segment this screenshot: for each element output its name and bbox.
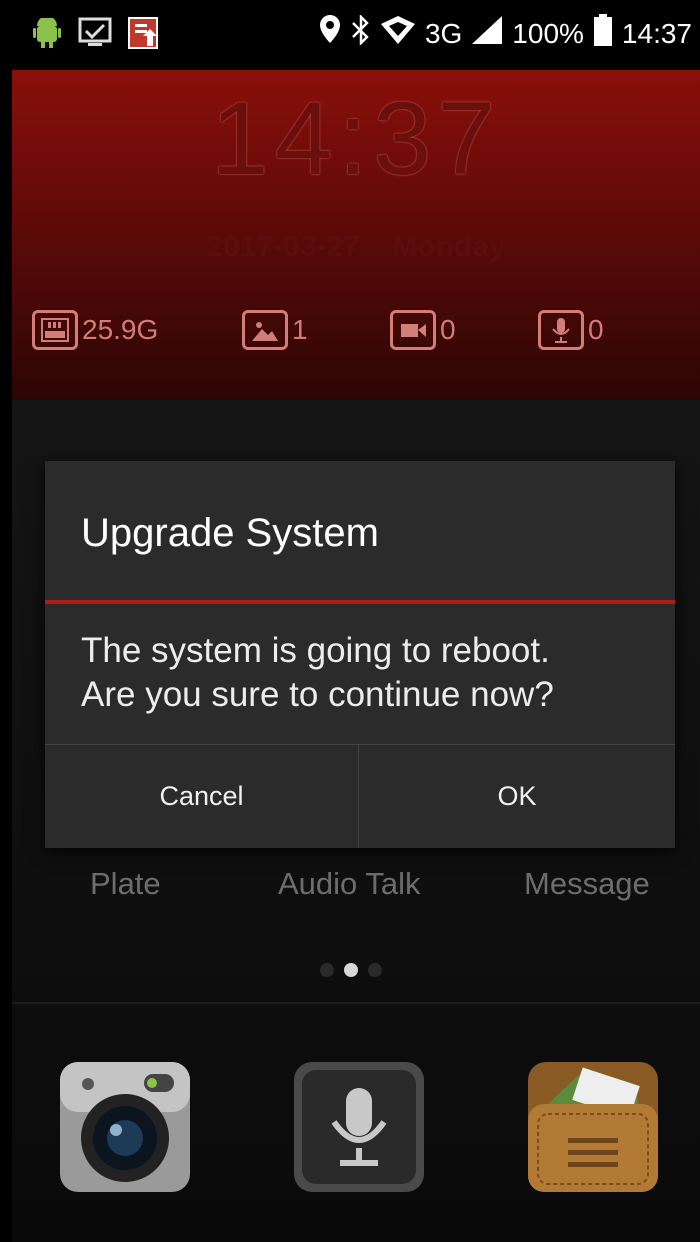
dock	[12, 1060, 700, 1210]
label-audio-talk[interactable]: Audio Talk	[278, 866, 420, 902]
image-icon	[242, 310, 288, 350]
page-dot	[368, 963, 382, 977]
page-dot	[320, 963, 334, 977]
big-clock: 14:37	[210, 81, 502, 197]
wifi-icon	[380, 16, 415, 51]
dialog-title: Upgrade System	[81, 511, 379, 555]
storage-stats: 25.9G 1 0 0	[32, 310, 682, 360]
upgrade-dialog: Upgrade System The system is going to re…	[45, 461, 675, 848]
ram-icon	[32, 310, 78, 350]
mic-icon	[538, 310, 584, 350]
video-count: 0	[440, 314, 456, 345]
weekday: Monday	[392, 230, 506, 263]
signal-icon	[472, 16, 503, 51]
recorder-app-icon[interactable]	[292, 1060, 426, 1194]
phone-screen: 3G 100% 14:37 14:37 2017-03-27 Monday 25…	[12, 0, 700, 1242]
date: 2017-03-27	[206, 230, 360, 263]
video-stat: 0	[390, 310, 456, 350]
camera-app-icon[interactable]	[58, 1060, 192, 1194]
status-right-icons: 3G 100% 14:37	[319, 13, 692, 53]
dock-divider	[12, 1002, 700, 1004]
clock-widget: 14:37 2017-03-27 Monday 25.9G 1 0 0	[12, 70, 700, 400]
doc-upload-icon	[126, 16, 160, 50]
android-icon	[30, 16, 64, 50]
image-stat: 1	[242, 310, 308, 350]
audio-count: 0	[588, 314, 604, 345]
status-time: 14:37	[621, 17, 692, 49]
bluetooth-icon	[351, 13, 371, 52]
screen-icon	[78, 16, 112, 50]
battery-percent: 100%	[512, 17, 584, 49]
image-count: 1	[292, 314, 308, 345]
status-left-icons	[30, 16, 160, 50]
status-bar: 3G 100% 14:37	[12, 0, 700, 70]
cancel-button[interactable]: Cancel	[45, 745, 359, 848]
dialog-message: The system is going to reboot. Are you s…	[81, 631, 554, 714]
label-message[interactable]: Message	[524, 866, 650, 902]
label-plate[interactable]: Plate	[90, 866, 161, 902]
battery-icon	[593, 14, 612, 53]
ram-stat: 25.9G	[32, 310, 158, 350]
network-type: 3G	[424, 17, 463, 49]
page-dot-active	[344, 963, 358, 977]
video-icon	[390, 310, 436, 350]
app-labels: Plate Audio Talk Message	[12, 866, 700, 916]
date-row: 2017-03-27 Monday	[12, 230, 700, 264]
page-indicator	[320, 963, 382, 977]
location-icon	[319, 15, 341, 52]
dialog-title-divider	[45, 600, 675, 604]
notes-app-icon[interactable]	[526, 1060, 660, 1194]
audio-stat: 0	[538, 310, 604, 350]
ram-value: 25.9G	[82, 314, 159, 345]
ok-button[interactable]: OK	[359, 745, 675, 848]
